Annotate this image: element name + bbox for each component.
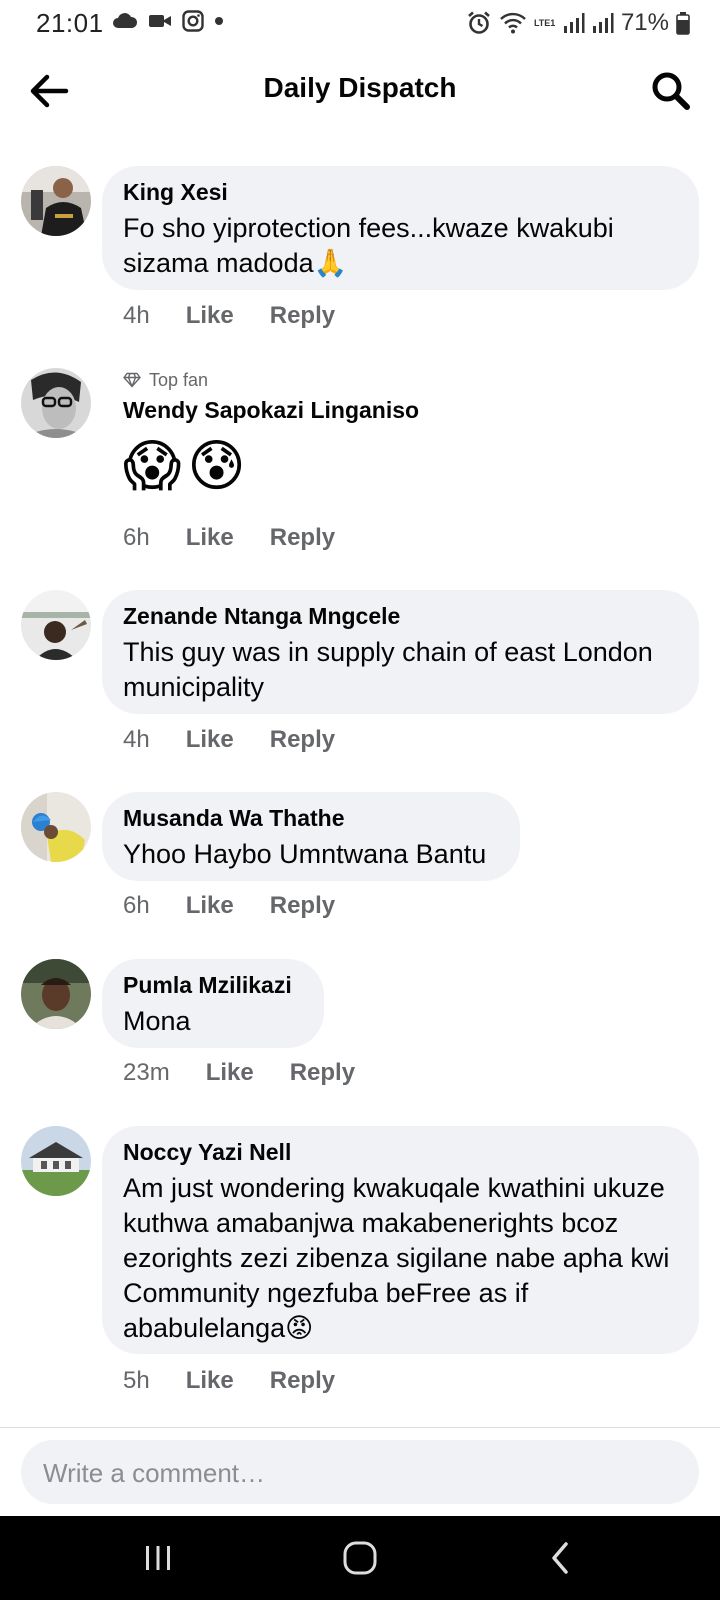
comment-time: 4h bbox=[123, 302, 150, 329]
like-button[interactable]: Like bbox=[206, 1059, 254, 1087]
top-fan-label: Top fan bbox=[149, 369, 209, 390]
reply-button[interactable]: Reply bbox=[270, 302, 335, 330]
comment-author[interactable]: Zenande Ntanga Mngcele bbox=[123, 602, 677, 631]
like-button[interactable]: Like bbox=[186, 726, 234, 754]
reply-button[interactable]: Reply bbox=[270, 726, 335, 754]
comment-composer[interactable] bbox=[21, 1440, 699, 1506]
comment-actions: 4h Like Reply bbox=[123, 302, 335, 330]
recents-icon bbox=[146, 1546, 170, 1570]
avatar[interactable] bbox=[21, 590, 91, 660]
composer-divider bbox=[0, 1427, 720, 1428]
network-type-label: LTE1 bbox=[533, 18, 556, 28]
avatar-photo bbox=[21, 368, 91, 438]
reply-button[interactable]: Reply bbox=[270, 524, 335, 552]
comment-content: Top fan Wendy Sapokazi Linganiso 😱 😰 bbox=[123, 368, 419, 499]
reply-button[interactable]: Reply bbox=[270, 1367, 335, 1395]
comment-author[interactable]: Pumla Mzilikazi bbox=[123, 971, 302, 1000]
notification-icons bbox=[112, 10, 224, 32]
like-button[interactable]: Like bbox=[186, 524, 234, 552]
avatar-photo bbox=[21, 590, 91, 660]
anxious-face-emoji: 😰 bbox=[187, 434, 246, 497]
comment-text: Mona bbox=[123, 1006, 191, 1036]
dot-icon bbox=[215, 17, 223, 25]
alarm-icon bbox=[468, 11, 490, 34]
system-icons: LTE1 71% bbox=[466, 9, 690, 37]
search-icon bbox=[652, 72, 690, 110]
app-header: Daily Dispatch bbox=[0, 56, 720, 126]
avatar-photo bbox=[21, 1126, 91, 1196]
avatar[interactable] bbox=[21, 792, 91, 862]
comment-actions: 6h Like Reply bbox=[123, 524, 335, 552]
comment-time: 5h bbox=[123, 1367, 150, 1394]
reply-button[interactable]: Reply bbox=[270, 892, 335, 920]
folded-hands-emoji: 🙏 bbox=[313, 248, 348, 278]
avatar[interactable] bbox=[21, 1126, 91, 1196]
angry-face-emoji: 😡 bbox=[285, 1313, 314, 1343]
comment-author[interactable]: Noccy Yazi Nell bbox=[123, 1138, 677, 1167]
system-nav-bar bbox=[0, 1516, 720, 1600]
reply-button[interactable]: Reply bbox=[290, 1059, 355, 1087]
back-nav-button[interactable] bbox=[530, 1534, 590, 1582]
comment-author[interactable]: King Xesi bbox=[123, 178, 677, 207]
instagram-icon bbox=[182, 10, 204, 32]
comment-actions: 4h Like Reply bbox=[123, 726, 335, 754]
cloud-icon bbox=[113, 13, 138, 28]
comment-text: Yhoo Haybo Umntwana Bantu bbox=[123, 839, 487, 869]
wifi-icon bbox=[500, 12, 526, 34]
recents-button[interactable] bbox=[128, 1534, 188, 1582]
comment-time: 6h bbox=[123, 524, 150, 551]
diamond-icon bbox=[123, 372, 141, 388]
avatar-photo bbox=[21, 959, 91, 1029]
comment-time: 23m bbox=[123, 1059, 170, 1086]
status-time: 21:01 bbox=[36, 8, 104, 38]
battery-icon bbox=[676, 12, 690, 35]
comment-input[interactable] bbox=[41, 1440, 685, 1506]
avatar[interactable] bbox=[21, 166, 91, 236]
comment-bubble[interactable]: Zenande Ntanga Mngcele This guy was in s… bbox=[102, 590, 699, 714]
comment-bubble[interactable]: Musanda Wa Thathe Yhoo Haybo Umntwana Ba… bbox=[102, 792, 520, 881]
comment-bubble[interactable]: King Xesi Fo sho yiprotection fees...kwa… bbox=[102, 166, 699, 290]
comment-text: Fo sho yiprotection fees...kwaze kwakubi… bbox=[123, 211, 677, 281]
avatar-photo bbox=[21, 166, 91, 236]
avatar[interactable] bbox=[21, 368, 91, 438]
comment-text-body: Am just wondering kwakuqale kwathini uku… bbox=[123, 1173, 670, 1343]
avatar-photo bbox=[21, 792, 91, 862]
battery-percent: 71% bbox=[620, 9, 669, 36]
comment-actions: 5h Like Reply bbox=[123, 1367, 335, 1395]
comment-actions: 6h Like Reply bbox=[123, 892, 335, 920]
comment-bubble[interactable]: Noccy Yazi Nell Am just wondering kwakuq… bbox=[102, 1126, 699, 1354]
comment-author[interactable]: Wendy Sapokazi Linganiso bbox=[123, 396, 419, 425]
home-button[interactable] bbox=[330, 1534, 390, 1582]
comment-actions: 23m Like Reply bbox=[123, 1059, 355, 1087]
video-icon bbox=[149, 15, 171, 27]
like-button[interactable]: Like bbox=[186, 892, 234, 920]
signal-icon bbox=[563, 13, 585, 33]
like-button[interactable]: Like bbox=[186, 1367, 234, 1395]
scream-emoji: 😱 bbox=[123, 434, 182, 497]
comment-time: 6h bbox=[123, 892, 150, 919]
comment-bubble[interactable]: Pumla Mzilikazi Mona bbox=[102, 959, 324, 1048]
back-nav-icon bbox=[552, 1542, 568, 1574]
comment-time: 4h bbox=[123, 726, 150, 753]
top-fan-badge: Top fan bbox=[123, 368, 419, 392]
comment-text-body: Fo sho yiprotection fees...kwaze kwakubi… bbox=[123, 213, 614, 278]
signal-2-icon bbox=[592, 13, 614, 33]
comment-text: Am just wondering kwakuqale kwathini uku… bbox=[123, 1171, 677, 1346]
avatar[interactable] bbox=[21, 959, 91, 1029]
page-title: Daily Dispatch bbox=[263, 72, 457, 103]
home-icon bbox=[343, 1541, 377, 1575]
search-button[interactable] bbox=[648, 68, 694, 114]
like-button[interactable]: Like bbox=[186, 302, 234, 330]
emoji-comment: 😱 😰 bbox=[123, 433, 419, 499]
comment-author[interactable]: Musanda Wa Thathe bbox=[123, 804, 498, 833]
comment-text: This guy was in supply chain of east Lon… bbox=[123, 637, 653, 702]
status-bar: 21:01 LTE1 71% bbox=[0, 0, 720, 46]
